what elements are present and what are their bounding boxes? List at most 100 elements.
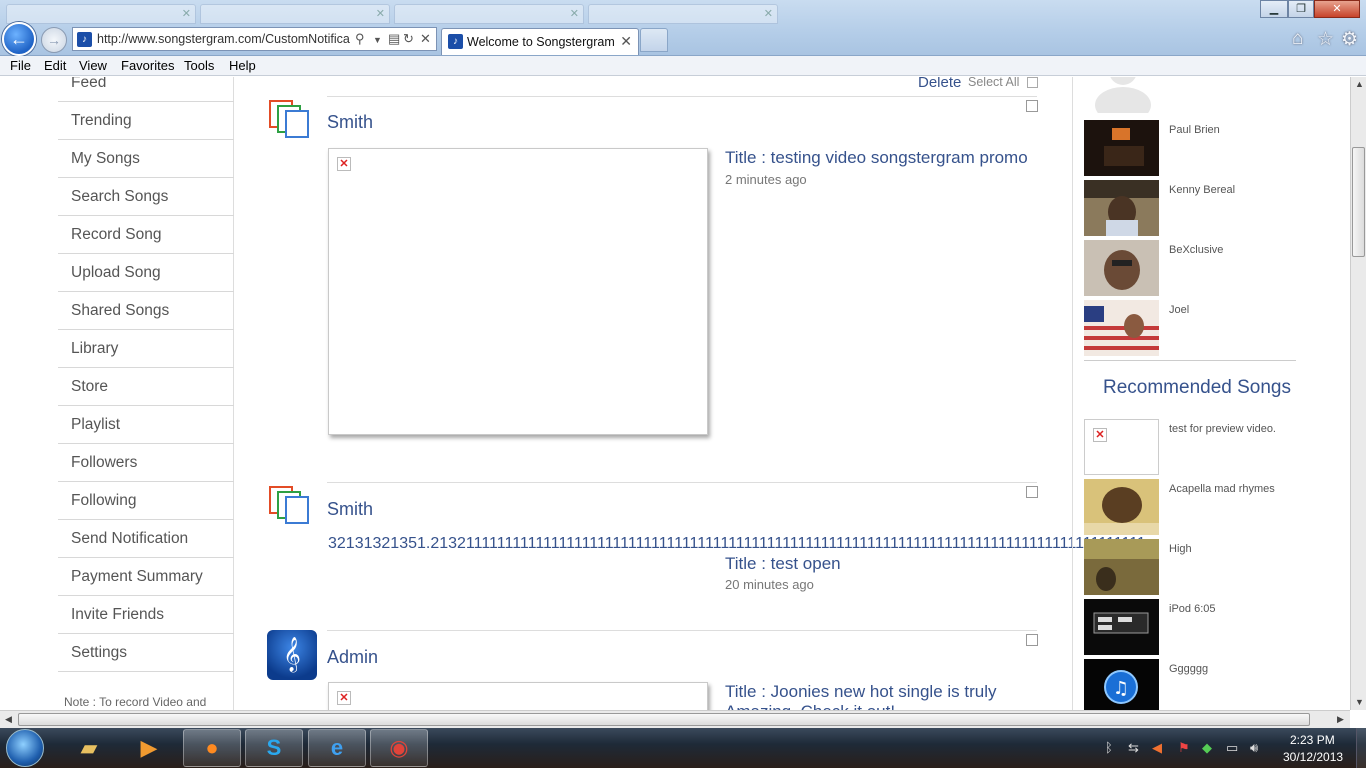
star-icon[interactable]: ☆: [1317, 28, 1334, 51]
menu-help[interactable]: Help: [229, 58, 256, 73]
video-player[interactable]: ✕: [328, 148, 708, 435]
song-title[interactable]: Acapella mad rhymes: [1169, 483, 1275, 495]
window-close-button[interactable]: ✕: [1314, 0, 1360, 18]
close-icon[interactable]: ✕: [182, 7, 191, 20]
firefox-icon[interactable]: ●: [183, 729, 241, 767]
follower-row[interactable]: Joel: [1084, 300, 1350, 356]
forward-arrow-icon[interactable]: →: [41, 27, 67, 53]
post-author[interactable]: Admin: [327, 647, 378, 668]
nav-item-followers[interactable]: Followers: [58, 444, 234, 482]
scroll-up-icon[interactable]: ▲: [1355, 79, 1364, 89]
menu-view[interactable]: View: [79, 58, 107, 73]
media-player-icon[interactable]: ▶: [120, 729, 178, 767]
start-button[interactable]: [6, 729, 44, 767]
song-row[interactable]: ♫ Gggggg: [1084, 659, 1350, 710]
new-tab-button[interactable]: [640, 28, 668, 52]
song-row[interactable]: iPod 6:05: [1084, 599, 1350, 655]
address-bar[interactable]: ♪ http://www.songstergram.com/CustomNoti…: [72, 27, 437, 51]
warning-icon[interactable]: ◀: [1152, 740, 1162, 756]
menu-tools[interactable]: Tools: [184, 58, 214, 73]
refresh-icon[interactable]: ↻: [403, 31, 414, 47]
nav-item-playlist[interactable]: Playlist: [58, 406, 234, 444]
close-icon[interactable]: ✕: [376, 7, 385, 20]
menu-edit[interactable]: Edit: [44, 58, 66, 73]
song-title[interactable]: High: [1169, 543, 1192, 555]
scroll-down-icon[interactable]: ▼: [1355, 697, 1364, 707]
nav-item-my-songs[interactable]: My Songs: [58, 140, 234, 178]
nav-item-send-notification[interactable]: Send Notification: [58, 520, 234, 558]
back-arrow-icon[interactable]: ←: [2, 22, 36, 56]
post-checkbox[interactable]: [1026, 486, 1038, 498]
nav-item-feed[interactable]: Feed: [58, 77, 234, 102]
follower-name[interactable]: Joel: [1169, 304, 1189, 316]
gear-icon[interactable]: ⚙: [1341, 28, 1358, 51]
display-icon[interactable]: ▭: [1226, 740, 1238, 756]
action-center-icon[interactable]: ⚑: [1178, 740, 1190, 756]
nav-item-shared-songs[interactable]: Shared Songs: [58, 292, 234, 330]
stop-icon[interactable]: ✕: [420, 31, 431, 47]
nav-item-following[interactable]: Following: [58, 482, 234, 520]
post-title[interactable]: Title : testing video songstergram promo: [725, 148, 1028, 168]
nav-item-library[interactable]: Library: [58, 330, 234, 368]
vertical-scroll-thumb[interactable]: [1352, 147, 1365, 257]
post-title-line2[interactable]: Amazing. Check it out!: [725, 702, 895, 710]
nav-item-payment-summary[interactable]: Payment Summary: [58, 558, 234, 596]
song-row[interactable]: Acapella mad rhymes: [1084, 479, 1350, 535]
home-icon[interactable]: ⌂: [1292, 28, 1303, 50]
search-icon[interactable]: ⚲: [355, 31, 365, 47]
post-author[interactable]: Smith: [327, 112, 373, 133]
follower-name[interactable]: Paul Brien: [1169, 124, 1220, 136]
nav-item-search-songs[interactable]: Search Songs: [58, 178, 234, 216]
follower-name[interactable]: BeXclusive: [1169, 244, 1223, 256]
nav-item-upload-song[interactable]: Upload Song: [58, 254, 234, 292]
follower-row[interactable]: Kenny Bereal: [1084, 180, 1350, 236]
scroll-right-icon[interactable]: ▶: [1337, 714, 1344, 725]
compatibility-icon[interactable]: ▤: [388, 31, 400, 47]
active-tab[interactable]: ♪ Welcome to Songstergram ✕: [441, 28, 639, 55]
follower-row[interactable]: Paul Brien: [1084, 120, 1350, 176]
tab-close-icon[interactable]: ✕: [620, 33, 632, 50]
horizontal-scrollbar[interactable]: ◀ ▶: [0, 710, 1350, 728]
song-row[interactable]: High: [1084, 539, 1350, 595]
song-title[interactable]: test for preview video.: [1169, 423, 1276, 435]
video-player[interactable]: ✕: [328, 682, 708, 710]
nav-item-invite-friends[interactable]: Invite Friends: [58, 596, 234, 634]
background-tab-3[interactable]: ✕: [394, 4, 584, 24]
follower-row[interactable]: BeXclusive: [1084, 240, 1350, 296]
post-checkbox[interactable]: [1026, 100, 1038, 112]
nav-item-record-song[interactable]: Record Song: [58, 216, 234, 254]
file-explorer-icon[interactable]: ▰: [60, 729, 118, 767]
nav-item-trending[interactable]: Trending: [58, 102, 234, 140]
security-icon[interactable]: ◆: [1202, 740, 1212, 756]
background-tab-2[interactable]: ✕: [200, 4, 390, 24]
clock-date[interactable]: 30/12/2013: [1283, 750, 1343, 764]
post-checkbox[interactable]: [1026, 634, 1038, 646]
song-row[interactable]: ✕ test for preview video.: [1084, 419, 1350, 475]
chrome-icon[interactable]: ◉: [370, 729, 428, 767]
close-icon[interactable]: ✕: [764, 7, 773, 20]
show-desktop-button[interactable]: [1356, 728, 1366, 768]
song-title[interactable]: iPod 6:05: [1169, 603, 1215, 615]
address-url[interactable]: http://www.songstergram.com/CustomNotifi…: [97, 32, 351, 46]
minimize-button[interactable]: ▁: [1260, 0, 1288, 18]
scroll-left-icon[interactable]: ◀: [5, 714, 12, 725]
skype-icon[interactable]: S: [245, 729, 303, 767]
volume-icon[interactable]: 🔊︎: [1250, 740, 1258, 756]
follower-name[interactable]: Kenny Bereal: [1169, 184, 1235, 196]
internet-explorer-icon[interactable]: e: [308, 729, 366, 767]
network-adapter-icon[interactable]: ⇆: [1128, 740, 1139, 756]
dropdown-icon[interactable]: ▼: [373, 35, 382, 45]
nav-item-settings[interactable]: Settings: [58, 634, 234, 672]
horizontal-scroll-thumb[interactable]: [18, 713, 1310, 726]
post-title[interactable]: Title : test open: [725, 554, 841, 574]
post-title[interactable]: Title : Joonies new hot single is truly: [725, 682, 997, 702]
close-icon[interactable]: ✕: [570, 7, 579, 20]
select-all-checkbox[interactable]: [1027, 77, 1038, 88]
bluetooth-icon[interactable]: ᛒ: [1105, 740, 1113, 755]
menu-file[interactable]: File: [10, 58, 31, 73]
song-title[interactable]: Gggggg: [1169, 663, 1208, 675]
clock-time[interactable]: 2:23 PM: [1290, 733, 1335, 747]
delete-link[interactable]: Delete: [918, 77, 961, 91]
background-tab-4[interactable]: ✕: [588, 4, 778, 24]
vertical-scrollbar[interactable]: ▲ ▼: [1350, 77, 1366, 710]
